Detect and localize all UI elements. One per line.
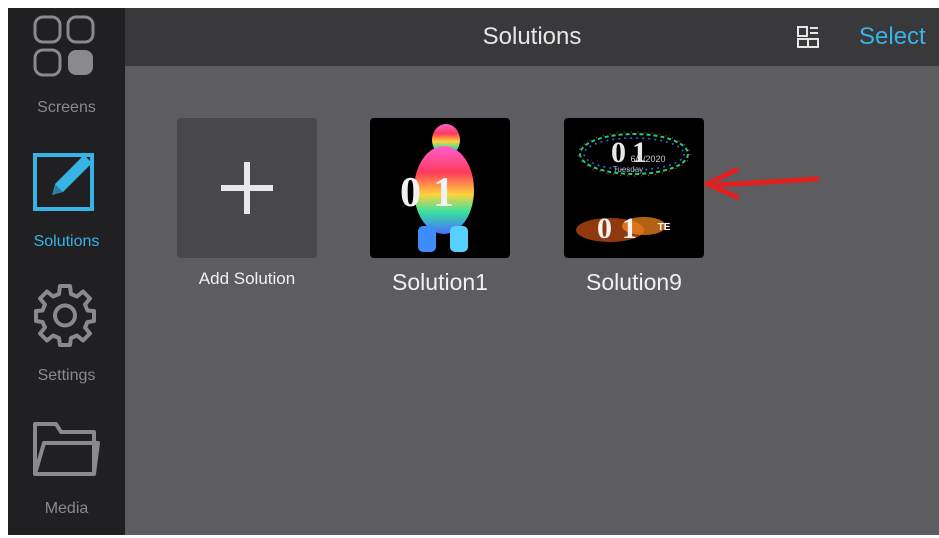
edit-pencil-icon xyxy=(33,153,94,211)
layout-toggle-button[interactable] xyxy=(796,25,820,49)
plus-icon xyxy=(221,162,273,214)
thumbnail-text: 01 xyxy=(400,170,466,216)
sidebar-item-settings[interactable]: Settings xyxy=(8,278,125,398)
gear-icon xyxy=(34,284,96,347)
screens-grid-icon xyxy=(33,15,95,77)
sidebar-item-screens[interactable]: Screens xyxy=(8,8,125,128)
sidebar-item-media[interactable]: Media xyxy=(8,413,125,533)
solution-name: Solution1 xyxy=(392,269,488,295)
select-button[interactable]: Select xyxy=(859,8,926,66)
thumbnail-date: 6/1/2020 xyxy=(630,154,665,164)
add-solution-label: Add Solution xyxy=(198,269,296,288)
thumbnail-text: 01 xyxy=(597,212,647,245)
sidebar-item-label: Settings xyxy=(37,367,96,384)
thumbnail-tag: TE xyxy=(658,222,671,233)
layout-toggle-icon xyxy=(797,26,819,48)
thumbnail-day: Tuesday xyxy=(613,165,643,174)
sidebar-item-label: Media xyxy=(44,500,89,517)
solution-thumbnail: 01 6/1/2020 Tuesday 01 TE xyxy=(564,118,704,258)
folder-icon xyxy=(33,422,100,476)
sidebar-item-label: Screens xyxy=(37,99,96,116)
solution-thumbnail: 01 xyxy=(370,118,510,258)
top-bar: Solutions Select xyxy=(125,8,939,66)
sidebar-item-label: Solutions xyxy=(33,233,100,250)
sidebar: Screens Solutions Settings Media xyxy=(8,8,125,535)
add-solution-button[interactable] xyxy=(177,118,317,258)
app-window: Screens Solutions Settings Media Solutio… xyxy=(8,8,939,535)
solution-name: Solution9 xyxy=(586,269,682,295)
annotation-arrow-icon xyxy=(704,167,820,200)
sidebar-item-solutions[interactable]: Solutions xyxy=(8,143,125,263)
